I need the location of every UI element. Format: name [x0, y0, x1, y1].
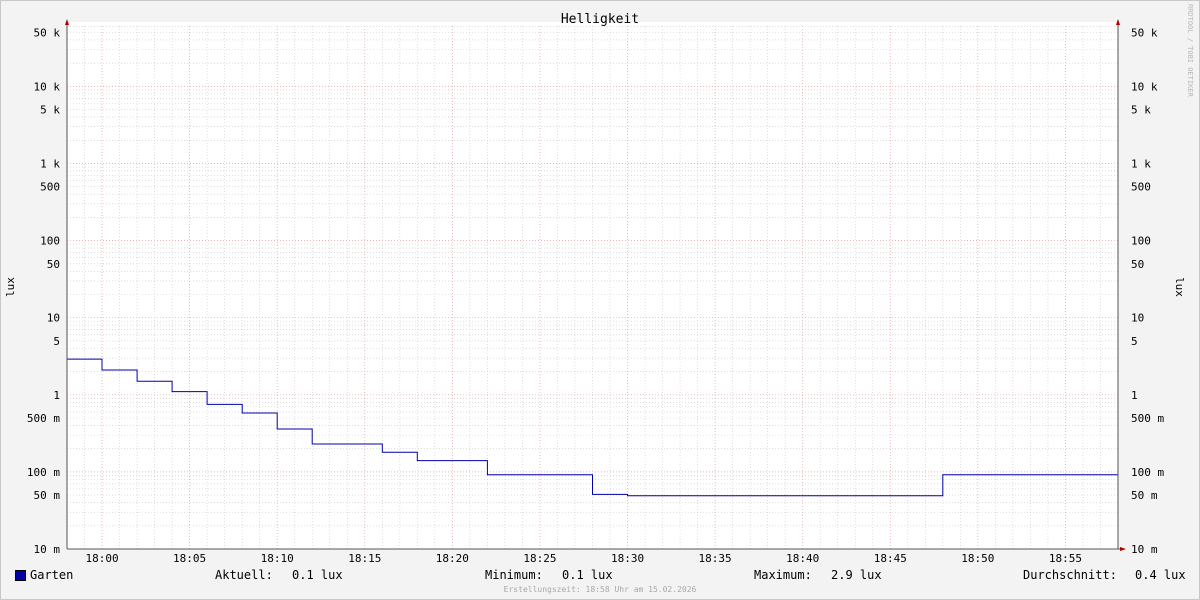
- x-tick-label: 18:55: [1049, 552, 1082, 565]
- x-tick-label: 18:35: [699, 552, 732, 565]
- legend-minimum-value: 0.1 lux: [562, 568, 613, 582]
- legend-durchschnitt-value: 0.4 lux: [1135, 568, 1186, 582]
- legend-aktuell-value: 0.1 lux: [292, 568, 343, 582]
- legend-durchschnitt-label: Durchschnitt:: [1023, 568, 1117, 582]
- x-tick-label: 18:50: [961, 552, 994, 565]
- x-tick-label: 18:45: [874, 552, 907, 565]
- y-tick-label-left: 50 k: [34, 27, 61, 40]
- y-axis-left-ticks: 50 k 10 k 5 k 1 k 500 100 50 10 5 1 500 m 100 m 50 m…: [27, 27, 60, 556]
- y-axis-right-ticks: 50 k 10 k 5 k 1 k 500 100 50 10 5 1 500 m 100 m 50 m…: [1131, 27, 1164, 556]
- y-tick-label-right: 500 m: [1131, 412, 1164, 425]
- x-axis-ticks: 18:00 18:05 18:10 18:15 18:20 18:25 18:30 18:35…: [85, 552, 1082, 565]
- y-tick-label-left: 5: [53, 335, 60, 348]
- legend-swatch-garten: [15, 570, 26, 581]
- y-tick-label-right: 50: [1131, 258, 1144, 271]
- y-tick-label-left: 50 m: [34, 489, 61, 502]
- y-tick-label-left: 10 m: [34, 543, 61, 556]
- y-tick-label-left: 500 m: [27, 412, 60, 425]
- x-tick-label: 18:25: [523, 552, 556, 565]
- chart-title: Helligkeit: [561, 12, 639, 27]
- watermark: RRDTOOL / TOBI OETIKER: [1186, 4, 1194, 98]
- y-tick-label-left: 1: [53, 389, 60, 402]
- footer-timestamp: Erstellungszeit: 18:58 Uhr am 15.02.2026: [504, 585, 697, 594]
- y-tick-label-left: 100: [40, 235, 60, 248]
- y-tick-label-right: 5: [1131, 335, 1138, 348]
- x-tick-label: 18:05: [173, 552, 206, 565]
- y-tick-label-left: 10 k: [34, 80, 61, 93]
- x-tick-label: 18:15: [348, 552, 381, 565]
- y-tick-label-right: 1: [1131, 389, 1138, 402]
- y-axis-right-label: lux: [1173, 277, 1186, 297]
- y-tick-label-left: 100 m: [27, 466, 60, 479]
- legend-maximum-value: 2.9 lux: [831, 568, 882, 582]
- y-tick-label-right: 10 m: [1131, 543, 1158, 556]
- x-tick-label: 18:30: [611, 552, 644, 565]
- y-tick-label-left: 50: [47, 258, 60, 271]
- y-tick-label-right: 100: [1131, 235, 1151, 248]
- x-tick-label: 18:10: [261, 552, 294, 565]
- grid-lines: [67, 26, 1118, 550]
- x-tick-label: 18:00: [85, 552, 118, 565]
- y-tick-label-right: 5 k: [1131, 104, 1151, 117]
- y-tick-label-right: 10 k: [1131, 80, 1158, 93]
- y-tick-label-left: 500: [40, 181, 60, 194]
- y-tick-label-left: 5 k: [40, 104, 60, 117]
- y-tick-label-left: 10: [47, 312, 60, 325]
- x-tick-label: 18:20: [436, 552, 469, 565]
- x-tick-label: 18:40: [786, 552, 819, 565]
- y-tick-label-right: 1 k: [1131, 158, 1151, 171]
- legend-minimum-label: Minimum:: [485, 568, 543, 582]
- legend-series-name: Garten: [30, 568, 74, 582]
- x-axis-arrow: [1120, 547, 1126, 551]
- y-tick-label-right: 500: [1131, 181, 1151, 194]
- y-tick-label-right: 50 k: [1131, 27, 1158, 40]
- y-axis-left-label: lux: [4, 277, 17, 297]
- y-tick-label-right: 50 m: [1131, 489, 1158, 502]
- y-tick-label-right: 10: [1131, 312, 1144, 325]
- y-tick-label-left: 1 k: [40, 158, 60, 171]
- legend-maximum-label: Maximum:: [754, 568, 812, 582]
- y-tick-label-right: 100 m: [1131, 466, 1164, 479]
- chart-canvas: 50 k 10 k 5 k 1 k 500 100 50 10 5 1 500 m 100 m 50 m…: [4, 4, 1194, 594]
- legend-aktuell-label: Aktuell:: [215, 568, 273, 582]
